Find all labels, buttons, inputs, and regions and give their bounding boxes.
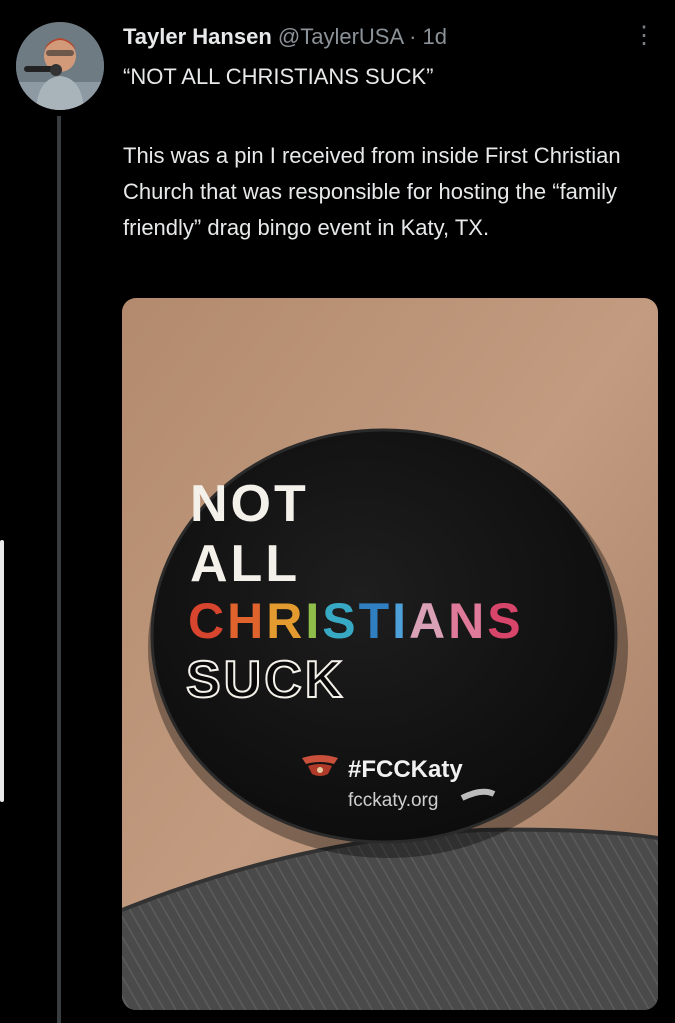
pin-letter: H xyxy=(227,593,267,649)
edge-scroll-indicator xyxy=(0,540,4,802)
pin-text: NOT ALL CHRISTIANS SUCK #FCCKaty fcckaty… xyxy=(122,298,658,1010)
avatar[interactable] xyxy=(16,22,104,110)
pin-letter: I xyxy=(392,593,410,649)
church-logo-icon xyxy=(302,755,338,776)
tweet-photo[interactable]: NOT ALL CHRISTIANS SUCK #FCCKaty fcckaty… xyxy=(122,298,658,1010)
separator-dot: · xyxy=(409,24,417,49)
pin-letter: T xyxy=(358,593,393,649)
pin-letter: N xyxy=(448,593,488,649)
pin-line-all: ALL xyxy=(190,535,301,593)
tweet-title-line: “NOT ALL CHRISTIANS SUCK” xyxy=(123,64,434,89)
pin-letter: S xyxy=(322,593,359,649)
pin-letter: C xyxy=(188,593,228,649)
avatar-photo xyxy=(16,22,104,110)
pin-line-suck: SUCK xyxy=(185,651,346,709)
tweet-body: This was a pin I received from inside Fi… xyxy=(123,143,621,240)
user-handle[interactable]: @TaylerUSA xyxy=(278,24,403,49)
pin-line-not: NOT xyxy=(190,475,309,533)
pin-letter: A xyxy=(409,593,449,649)
pin-hashtag: #FCCKaty xyxy=(348,756,463,783)
pin-letter: R xyxy=(266,593,306,649)
pin-website: fcckaty.org xyxy=(348,790,439,811)
tweet-header: Tayler Hansen @TaylerUSA · 1d xyxy=(123,24,447,50)
pin-letter: I xyxy=(305,593,323,649)
thread-line xyxy=(57,116,61,1023)
tweet[interactable]: Tayler Hansen @TaylerUSA · 1d ⋮ “NOT ALL… xyxy=(0,0,675,1023)
pin-line-christians: CHRISTIANS xyxy=(188,596,524,646)
display-name[interactable]: Tayler Hansen xyxy=(123,24,272,49)
pin-letter: S xyxy=(487,593,524,649)
timestamp[interactable]: 1d xyxy=(423,24,447,49)
more-options-icon[interactable]: ⋮ xyxy=(632,24,656,48)
